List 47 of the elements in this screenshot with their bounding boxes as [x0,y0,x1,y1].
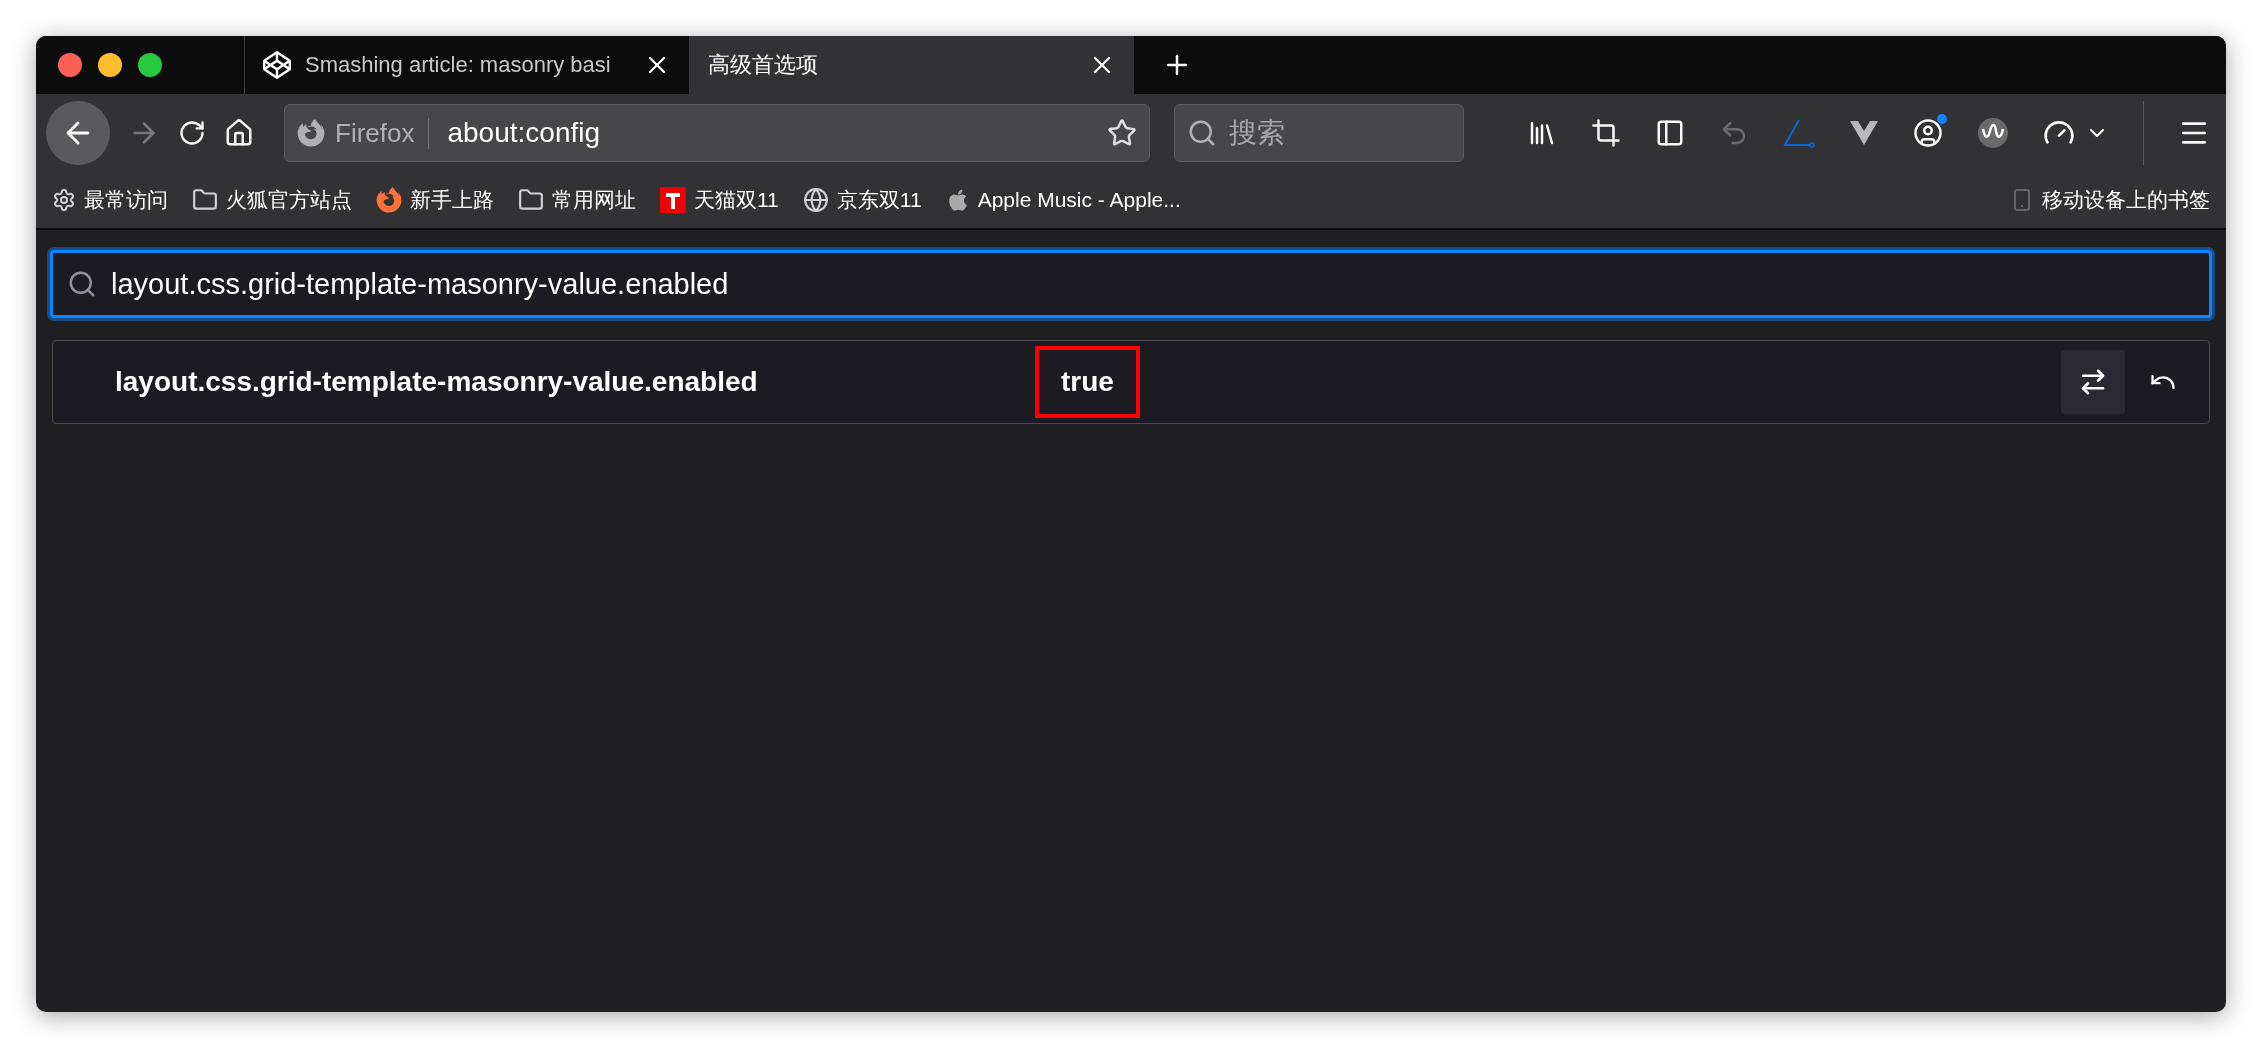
bookmark-link[interactable]: 新手上路 [376,186,494,214]
preference-search-bar[interactable]: layout.css.grid-template-masonry-value.enabled [50,250,2212,318]
bookmark-star-icon[interactable] [1107,118,1137,148]
bookmark-link[interactable]: 京东双11 [802,186,922,214]
toggle-button[interactable] [2061,350,2125,414]
preference-search-field[interactable]: layout.css.grid-template-masonry-value.enabled [109,266,2195,302]
codepen-logo-icon [263,51,291,79]
folder-icon [518,187,544,213]
search-field[interactable]: 搜索 [1227,116,1451,150]
wave-extension-button[interactable] [1977,117,2009,149]
folder-icon [192,187,218,213]
tab-title: 高级首选项 [708,51,819,79]
firefox-logo-icon [376,187,402,213]
address-bar[interactable]: Firefox about:config [284,104,1150,162]
bookmark-label: 京东双11 [836,187,922,213]
identity-label: Firefox [335,117,430,149]
home-button[interactable] [224,118,254,148]
tab-title: Smashing article: masonry basi [305,52,612,78]
search-icon [1187,118,1217,148]
bookmark-label: 常用网址 [552,187,636,213]
close-window-icon[interactable] [58,53,82,77]
search-icon [67,269,97,299]
maximize-window-icon[interactable] [138,53,162,77]
bookmark-link[interactable]: 最常访问 [52,186,168,214]
bookmark-label: 新手上路 [410,187,494,213]
mobile-bookmarks-link[interactable]: 移动设备上的书签 [2010,186,2210,214]
bookmark-label: 火狐官方站点 [226,187,352,213]
minimize-window-icon[interactable] [98,53,122,77]
sidebar-button[interactable] [1655,118,1685,148]
firefox-logo-icon [297,119,325,147]
bookmark-label: 天猫双11 [694,187,779,213]
search-bar[interactable]: 搜索 [1174,104,1464,162]
bookmark-label: 最常访问 [84,187,168,213]
preference-name: layout.css.grid-template-masonry-value.enabled [114,366,759,398]
bookmark-link[interactable]: 火狐官方站点 [192,186,352,214]
tmall-logo-icon [660,187,686,213]
preference-value: true [1035,346,1140,418]
bookmark-label: 移动设备上的书签 [2042,187,2210,213]
crop-button[interactable] [1591,118,1621,148]
v-extension-button[interactable] [1849,120,1879,146]
reload-button[interactable] [178,119,206,147]
gear-icon [52,188,76,212]
browser-tab[interactable]: 高级首选项 [689,36,1134,94]
bookmark-link[interactable]: 天猫双11 [660,186,779,214]
url-text: about:config [446,117,602,149]
bookmark-link[interactable]: 常用网址 [518,186,636,214]
globe-icon [802,187,829,213]
